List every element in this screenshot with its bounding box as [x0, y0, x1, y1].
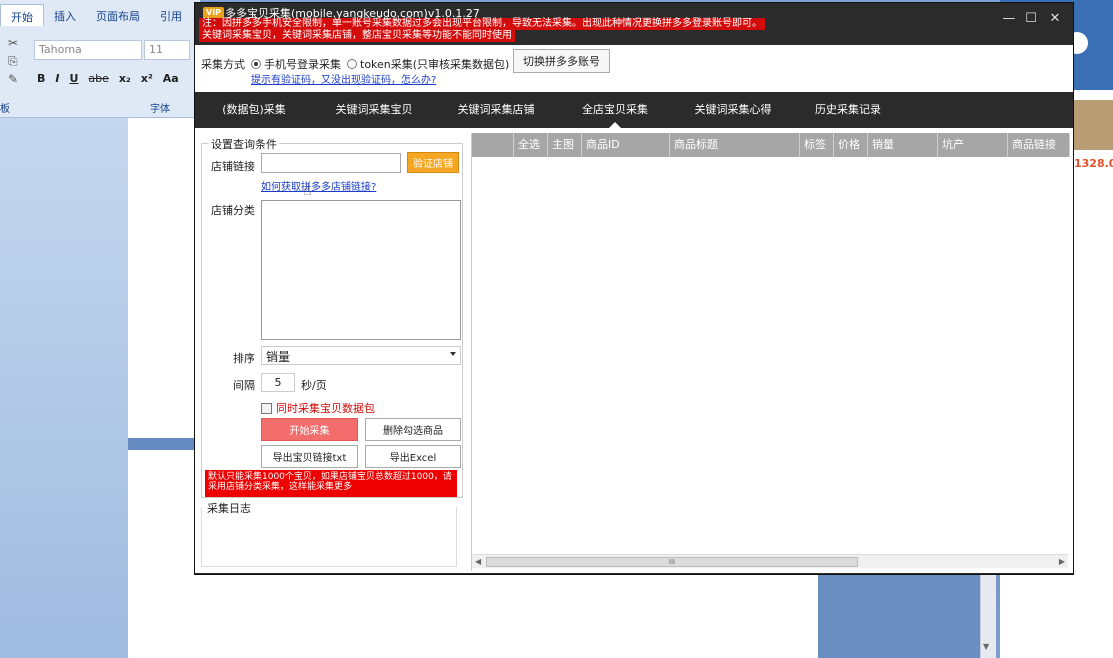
chevron-down-icon[interactable]: [450, 352, 456, 356]
radio-phone-login-label: 手机号登录采集: [264, 58, 341, 71]
also-collect-label: 同时采集宝贝数据包: [276, 402, 375, 415]
collect-mode-label: 采集方式: [201, 58, 245, 71]
tab-keyword-products[interactable]: 关键词采集宝贝: [313, 92, 435, 128]
verify-shop-button[interactable]: 验证店铺: [407, 152, 459, 173]
font-group-label: 字体: [150, 104, 170, 115]
how-to-get-shop-link[interactable]: 如何获取拼多多店铺链接?: [261, 178, 376, 193]
shop-link-input[interactable]: [261, 153, 401, 173]
scroll-down-arrow-icon[interactable]: ▼: [983, 642, 989, 651]
bold-button[interactable]: B: [34, 70, 48, 90]
word-tab-home[interactable]: 开始: [0, 4, 44, 26]
grid-col-gmv: 坑产: [938, 133, 1008, 157]
grid-col-sales: 销量: [868, 133, 938, 157]
product-grid: 全选 主图 商品ID 商品标题 标签 价格 销量 坑产 商品链接 ◀ III ▶: [471, 133, 1070, 571]
grid-col-select-all[interactable]: 全选: [514, 133, 548, 157]
superscript-button[interactable]: x²: [138, 70, 156, 90]
grid-col-product-id: 商品ID: [582, 133, 670, 157]
main-nav: (数据包)采集 关键词采集宝贝 关键词采集店铺 全店宝贝采集 关键词采集心得 历…: [195, 92, 1073, 128]
radio-token[interactable]: token采集(只审核采集数据包): [347, 56, 509, 72]
interval-label: 间隔: [233, 379, 255, 392]
change-case-button[interactable]: Aa: [160, 70, 182, 90]
word-document-backdrop: [0, 118, 128, 658]
product-thumbnail[interactable]: [1072, 100, 1113, 150]
grid-col-price: 价格: [834, 133, 868, 157]
word-font-name-box[interactable]: Tahoma: [34, 40, 142, 60]
scroll-left-arrow-icon[interactable]: ◀: [475, 557, 481, 566]
title-bar: VIP 多多宝贝采集(mobile.yangkeudo.com)v1.0.1.2…: [195, 3, 1073, 45]
subscript-button[interactable]: x₂: [116, 70, 134, 90]
switch-account-button[interactable]: 切换拼多多账号: [513, 49, 610, 73]
radio-unselected-icon[interactable]: [347, 59, 357, 69]
collect-log-title: 采集日志: [207, 502, 251, 515]
tab-history[interactable]: 历史采集记录: [793, 92, 903, 128]
italic-button[interactable]: I: [52, 70, 62, 90]
export-excel-button[interactable]: 导出Excel: [365, 445, 461, 468]
also-collect-checkbox[interactable]: 同时采集宝贝数据包: [261, 400, 375, 416]
radio-phone-login[interactable]: 手机号登录采集: [251, 56, 341, 72]
close-icon[interactable]: ✕: [1045, 11, 1065, 26]
grid-col-image: 主图: [548, 133, 582, 157]
word-format-buttons: B I U abe x₂ x² Aa: [34, 70, 194, 90]
word-ribbon: 开始 插入 页面布局 引用 ✂ ⎘ ✎ Tahoma 11 B I U abe x₂…: [0, 0, 200, 118]
checkbox-icon[interactable]: [261, 402, 272, 414]
grid-col-title: 商品标题: [670, 133, 800, 157]
tab-keyword-shops[interactable]: 关键词采集店铺: [435, 92, 557, 128]
minimize-icon[interactable]: —: [999, 11, 1019, 26]
word-tab-layout[interactable]: 页面布局: [86, 4, 150, 26]
maximize-icon[interactable]: ☐: [1021, 11, 1041, 26]
delete-checked-button[interactable]: 删除勾选商品: [365, 418, 461, 441]
shop-category-list[interactable]: [261, 200, 461, 340]
word-font-size-box[interactable]: 11: [144, 40, 190, 60]
radio-token-label: token采集(只审核采集数据包): [360, 58, 510, 71]
interval-input[interactable]: 5: [261, 373, 295, 392]
vip-badge: VIP: [203, 7, 225, 18]
sort-label: 排序: [233, 352, 255, 365]
sort-select[interactable]: 销量: [261, 346, 461, 365]
grid-horizontal-scrollbar[interactable]: ◀ III ▶: [472, 554, 1068, 568]
query-group-title: 设置查询条件: [209, 136, 279, 152]
category-label: 店铺分类: [211, 204, 255, 217]
content-area: 设置查询条件 店铺链接 验证店铺 如何获取拼多多店铺链接? 店铺分类 排序 销量…: [195, 128, 1073, 573]
grid-col-blank: [472, 133, 514, 157]
sort-value: 销量: [266, 350, 291, 364]
grid-col-link: 商品链接: [1008, 133, 1070, 157]
radio-selected-icon[interactable]: [251, 59, 261, 69]
grid-col-tag: 标签: [800, 133, 834, 157]
collect-mode-bar: 采集方式 手机号登录采集 token采集(只审核采集数据包) 切换拼多多账号 提…: [195, 45, 1073, 92]
notice-line: 注：因拼多多手机安全限制，单一账号采集数据过多会出现平台限制，导致无法采集。出现…: [199, 18, 765, 30]
product-price: 1328.00: [1074, 157, 1113, 170]
shop-link-label: 店铺链接: [211, 160, 255, 173]
interval-unit: 秒/页: [301, 379, 327, 392]
word-tab-references[interactable]: 引用: [150, 4, 192, 26]
underline-button[interactable]: U: [66, 70, 81, 90]
scrollbar-thumb[interactable]: III: [486, 557, 858, 567]
collect-log-box[interactable]: [201, 507, 457, 567]
captcha-help-link[interactable]: 提示有验证码，又没出现验证码，怎么办?: [251, 71, 436, 86]
word-page: [128, 118, 198, 438]
tab-keyword-notes[interactable]: 关键词采集心得: [673, 92, 793, 128]
app-window: VIP 多多宝贝采集(mobile.yangkeudo.com)v1.0.1.2…: [194, 2, 1074, 575]
clipboard-group-label: 板: [0, 104, 10, 115]
tab-data-package[interactable]: (数据包)采集: [195, 92, 313, 128]
query-panel: 设置查询条件 店铺链接 验证店铺 如何获取拼多多店铺链接? 店铺分类 排序 销量…: [201, 136, 463, 568]
start-collect-button[interactable]: 开始采集: [261, 418, 358, 441]
strikethrough-button[interactable]: abe: [85, 70, 112, 90]
word-ribbon-tabs: 开始 插入 页面布局 引用: [0, 4, 200, 26]
notice-line: 关键词采集宝贝，关键词采集店铺，整店宝贝采集等功能不能同时使用: [199, 30, 515, 42]
word-tab-insert[interactable]: 插入: [44, 4, 86, 26]
word-backdrop-strip: [818, 574, 980, 658]
collect-limit-warning: 默认只能采集1000个宝贝，如果店铺宝贝总数超过1000，请采用店铺分类采集，这…: [205, 470, 457, 497]
export-txt-button[interactable]: 导出宝贝链接txt: [261, 445, 358, 468]
clipboard-icons[interactable]: ✂ ⎘ ✎: [8, 34, 28, 90]
tab-whole-shop[interactable]: 全店宝贝采集: [557, 92, 673, 128]
grid-header: 全选 主图 商品ID 商品标题 标签 价格 销量 坑产 商品链接: [472, 133, 1070, 157]
scroll-right-arrow-icon[interactable]: ▶: [1059, 557, 1065, 566]
hand-cursor-icon: ☝: [303, 183, 312, 199]
